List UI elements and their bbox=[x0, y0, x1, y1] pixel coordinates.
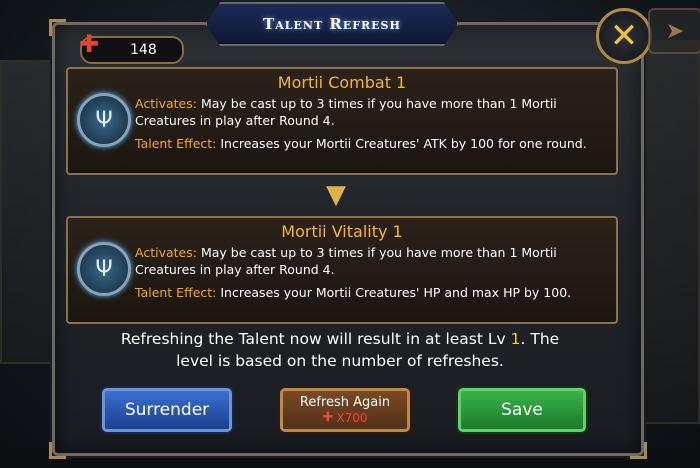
activates-text: May be cast up to 3 times if you have mo… bbox=[135, 245, 557, 277]
effect-text: Increases your Mortii Creatures' ATK by … bbox=[220, 136, 587, 151]
effect-label: Talent Effect: bbox=[135, 285, 217, 300]
currency-value: 148 bbox=[130, 42, 157, 58]
save-button[interactable]: Save bbox=[458, 388, 586, 432]
save-label: Save bbox=[501, 400, 543, 420]
corner-ornament bbox=[630, 442, 647, 459]
activates-text: May be cast up to 3 times if you have mo… bbox=[135, 96, 557, 128]
medal-icon: ✚ bbox=[78, 30, 100, 58]
chevron-down-icon: ▼ bbox=[326, 180, 346, 210]
talent-name: Mortii Combat 1 bbox=[277, 73, 407, 92]
dialog-title: Talent Refresh bbox=[263, 15, 401, 33]
medal-icon: ✚ bbox=[322, 410, 334, 425]
info-line2: level is based on the number of refreshe… bbox=[176, 352, 504, 370]
close-icon: ✕ bbox=[609, 16, 639, 56]
trident-shield-icon: Ψ bbox=[77, 93, 131, 147]
corner-ornament bbox=[49, 19, 66, 36]
talent-name: Mortii Vitality 1 bbox=[281, 222, 403, 241]
refresh-cost: ✚ X700 bbox=[322, 410, 367, 425]
corner-ornament bbox=[49, 442, 66, 459]
effect-label: Talent Effect: bbox=[135, 136, 217, 151]
refresh-info-text: Refreshing the Talent now will result in… bbox=[110, 328, 570, 372]
surrender-label: Surrender bbox=[124, 400, 210, 420]
trident-shield-icon: Ψ bbox=[77, 242, 131, 296]
surrender-button[interactable]: Surrender bbox=[102, 388, 232, 432]
talent-card-current: Mortii Combat 1 Ψ Activates: May be cast… bbox=[66, 67, 618, 175]
title-banner: Talent Refresh bbox=[205, 2, 459, 46]
activates-label: Activates: bbox=[135, 96, 197, 111]
refresh-again-button[interactable]: Refresh Again ✚ X700 bbox=[280, 388, 410, 432]
info-suffix: . The bbox=[520, 330, 560, 348]
refresh-cost-value: X700 bbox=[336, 410, 368, 425]
effect-text: Increases your Mortii Creatures' HP and … bbox=[220, 285, 572, 300]
refresh-label: Refresh Again bbox=[299, 395, 391, 410]
activates-label: Activates: bbox=[135, 245, 197, 260]
currency-display: ✚ 148 bbox=[79, 30, 184, 64]
talent-description: Activates: May be cast up to 3 times if … bbox=[135, 244, 608, 307]
talent-description: Activates: May be cast up to 3 times if … bbox=[135, 95, 608, 158]
info-prefix: Refreshing the Talent now will result in… bbox=[120, 330, 506, 348]
background-arrow-icon: ➤ bbox=[648, 8, 700, 54]
info-level: 1 bbox=[510, 330, 521, 348]
talent-card-new: Mortii Vitality 1 Ψ Activates: May be ca… bbox=[66, 216, 618, 324]
close-button[interactable]: ✕ bbox=[596, 8, 652, 64]
